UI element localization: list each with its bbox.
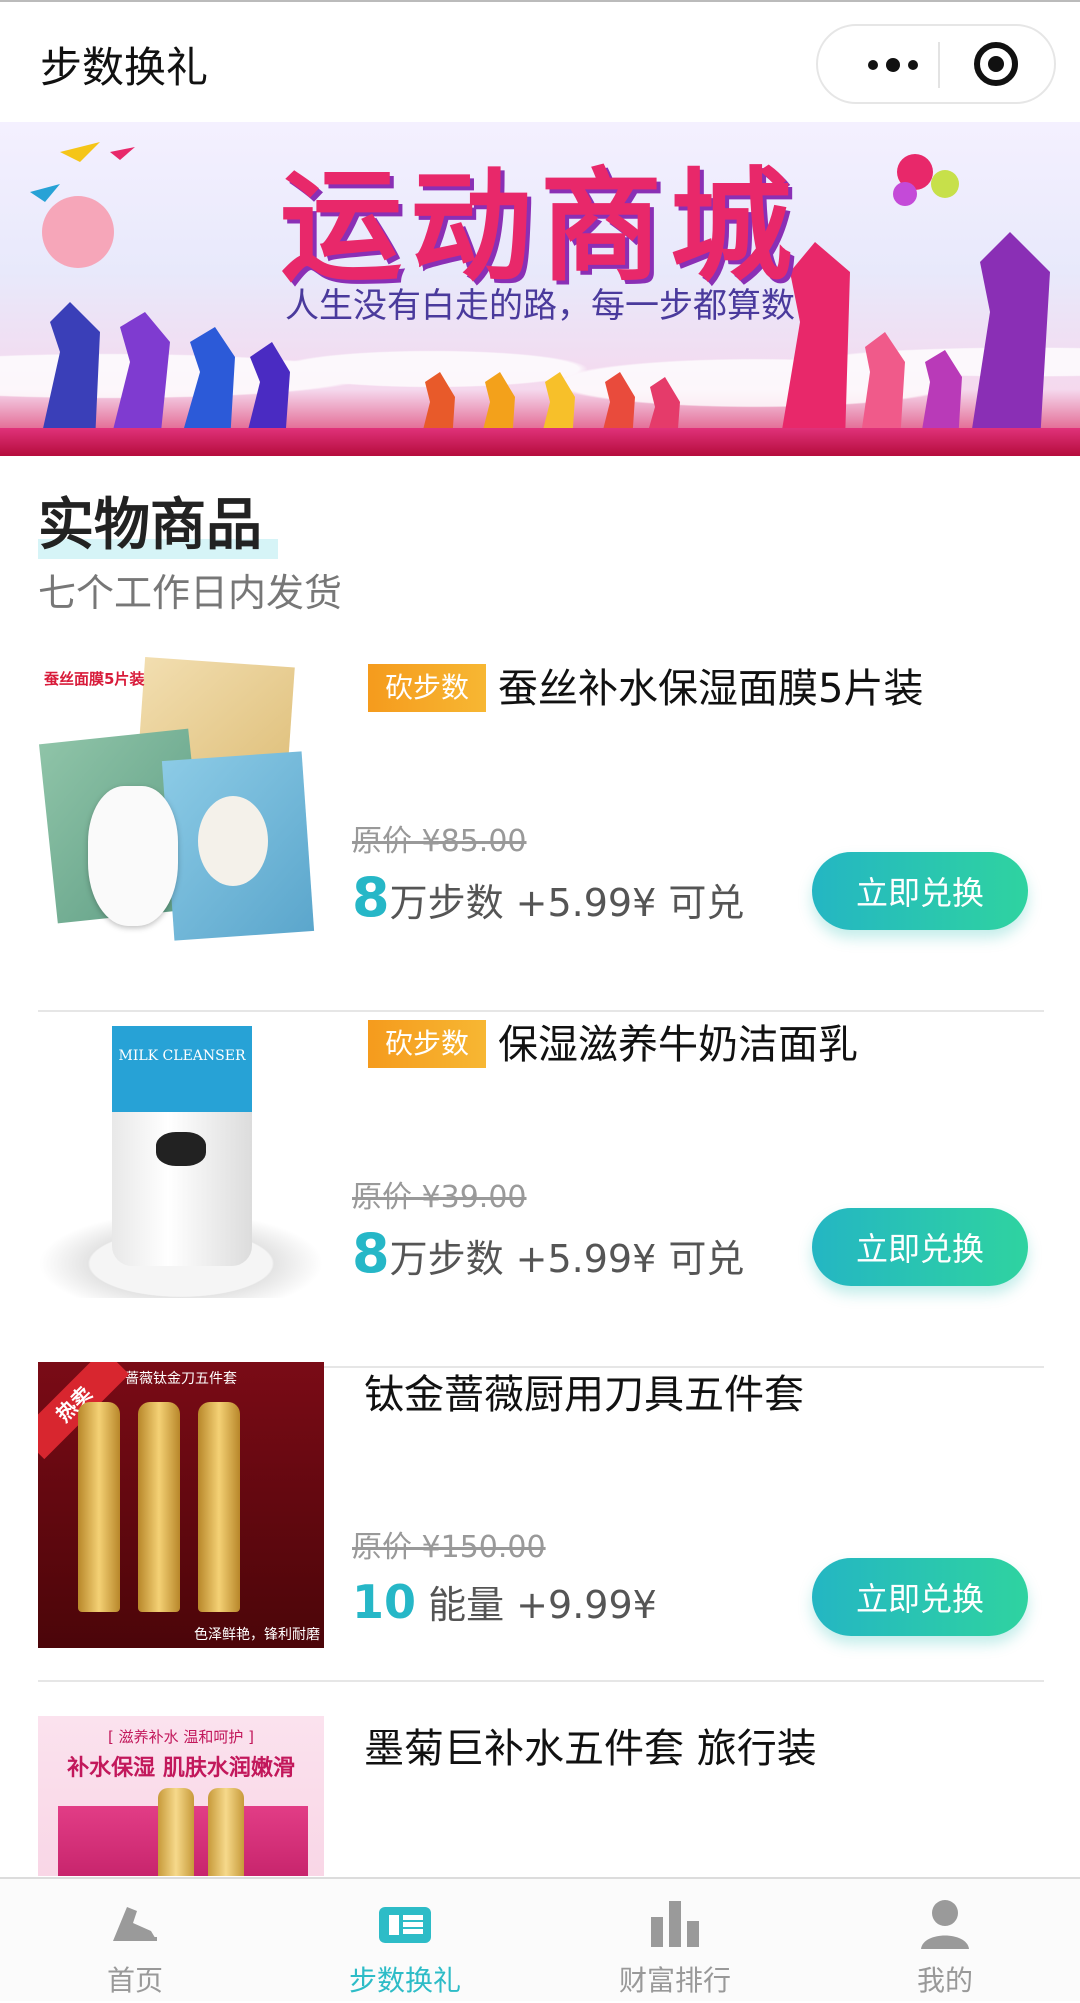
product-name: 蚕丝补水保湿面膜5片装	[498, 666, 924, 712]
redeem-button[interactable]: 立即兑换	[812, 1208, 1028, 1286]
section-title: 实物商品	[38, 480, 278, 561]
redeem-button[interactable]: 立即兑换	[812, 852, 1028, 930]
price-number: 8	[352, 1222, 390, 1285]
discount-tag: 砍步数	[368, 664, 486, 712]
capsule-menu	[816, 24, 1056, 104]
banner-slogan: 人生没有白走的路，每一步都算数	[285, 286, 795, 326]
exchange-icon	[379, 1907, 431, 1943]
banner-ground	[0, 428, 1080, 456]
product-name: 钛金蔷薇厨用刀具五件套	[364, 1372, 804, 1418]
product-item[interactable]: MILK CLEANSER 砍步数 保湿滋养牛奶洁面乳 原价 ¥39.00 8万…	[38, 1012, 1044, 1368]
thumb-label: [ 滋养补水 温和呵护 ]	[107, 1728, 254, 1746]
discount-tag: 砍步数	[368, 1020, 486, 1068]
tab-label: 我的	[916, 1964, 973, 1997]
tab-home[interactable]: 首页	[0, 1879, 270, 2003]
nav-bar: 步数换礼	[0, 0, 1080, 122]
product-item[interactable]: 蚕丝面膜5片装 砍步数 蚕丝补水保湿面膜5片装 原价 ¥85.00 8万步数 +…	[38, 656, 1044, 1012]
price-number: 10	[352, 1575, 417, 1629]
page-title: 步数换礼	[40, 43, 209, 92]
product-image[interactable]: 蚕丝面膜5片装	[38, 656, 324, 942]
exchange-price: 8万步数 +5.99¥ 可兑	[352, 866, 744, 929]
target-icon[interactable]	[974, 42, 1018, 86]
thumb-caption: 色泽鲜艳，锋利耐磨	[194, 1627, 320, 1643]
exchange-price: 8万步数 +5.99¥ 可兑	[352, 1222, 744, 1285]
section-subtitle: 七个工作日内发货	[38, 571, 343, 615]
user-icon	[921, 1900, 969, 1949]
product-image[interactable]: [ 滋养补水 温和呵护 ] 补水保湿 肌肤水润嫩滑	[38, 1716, 324, 1876]
more-dots-icon[interactable]	[848, 50, 938, 80]
product-item[interactable]: [ 滋养补水 温和呵护 ] 补水保湿 肌肤水润嫩滑 墨菊巨补水五件套 旅行装	[38, 1716, 1044, 1876]
tab-profile[interactable]: 我的	[810, 1879, 1080, 2003]
sneaker-icon	[113, 1907, 157, 1941]
original-price: 原价 ¥85.00	[352, 824, 527, 859]
product-image[interactable]: MILK CLEANSER	[38, 1012, 324, 1298]
exchange-price: 10 能量 +9.99¥	[352, 1574, 657, 1629]
original-price: 原价 ¥39.00	[352, 1180, 527, 1215]
tab-bar: 首页 步数换礼 财富排行 我的	[0, 1877, 1080, 2001]
product-image[interactable]: 蔷薇钛金刀五件套 热卖 色泽鲜艳，锋利耐磨	[38, 1362, 324, 1648]
thumb-label: 蚕丝面膜5片装	[44, 670, 145, 688]
price-text: 能量 +9.99¥	[416, 1583, 657, 1627]
thumb-label-2: 补水保湿 肌肤水润嫩滑	[67, 1756, 295, 1781]
promo-banner[interactable]: 运动商城 人生没有白走的路，每一步都算数	[0, 122, 1080, 456]
tab-label: 财富排行	[618, 1964, 731, 1997]
product-name: 保湿滋养牛奶洁面乳	[498, 1022, 858, 1068]
thumb-label: MILK CLEANSER	[118, 1048, 246, 1064]
redeem-button[interactable]: 立即兑换	[812, 1558, 1028, 1636]
tab-label: 步数换礼	[348, 1964, 461, 1997]
bar-chart-icon	[651, 1901, 699, 1947]
tab-exchange[interactable]: 步数换礼	[270, 1879, 540, 2003]
price-number: 8	[352, 866, 390, 929]
price-text: 万步数 +5.99¥ 可兑	[389, 1237, 745, 1281]
capsule-divider	[938, 42, 940, 88]
original-price: 原价 ¥150.00	[352, 1530, 546, 1565]
price-text: 万步数 +5.99¥ 可兑	[389, 881, 745, 925]
tab-label: 首页	[106, 1964, 163, 1997]
product-name: 墨菊巨补水五件套 旅行装	[364, 1726, 817, 1772]
product-item[interactable]: 蔷薇钛金刀五件套 热卖 色泽鲜艳，锋利耐磨 钛金蔷薇厨用刀具五件套 原价 ¥15…	[38, 1362, 1044, 1682]
tab-ranking[interactable]: 财富排行	[540, 1879, 810, 2003]
